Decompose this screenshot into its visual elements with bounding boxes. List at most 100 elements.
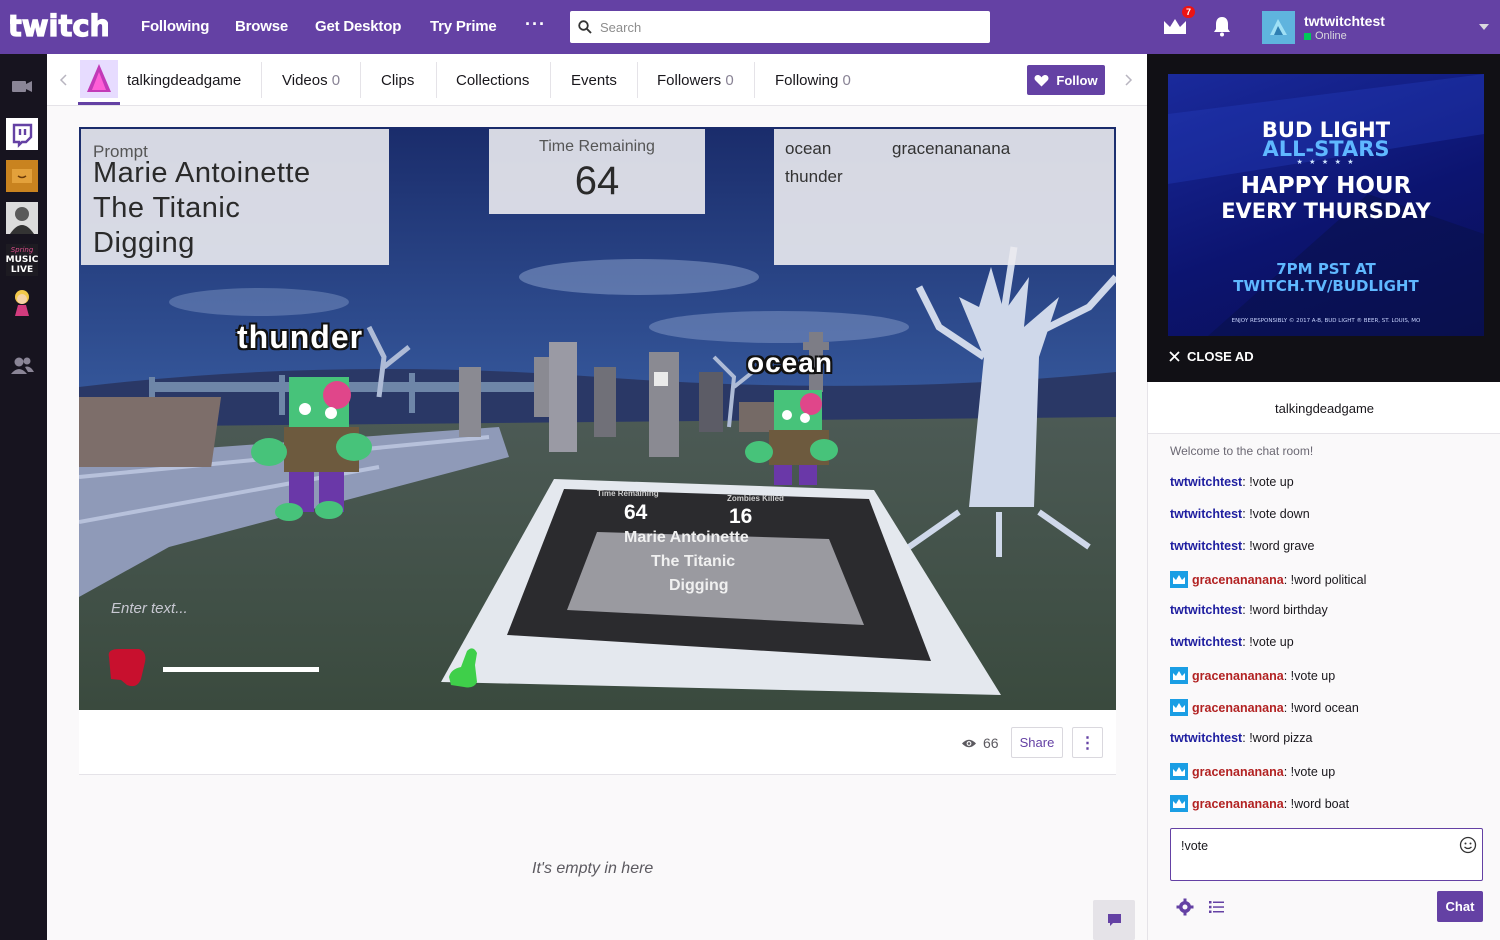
channel-avatar-orange[interactable]: [6, 160, 38, 192]
ad-banner[interactable]: BUD LIGHT ALL-STARS ★ ★ ★ ★ ★ HAPPY HOUR…: [1168, 74, 1484, 336]
tab-videos[interactable]: Videos 0: [282, 72, 340, 89]
channel-avatar-cartoon[interactable]: [6, 286, 38, 318]
tab-divider: [754, 62, 755, 98]
chat-username[interactable]: gracenananana: [1192, 701, 1284, 715]
chat-text: !word political: [1290, 572, 1367, 587]
tab-followers[interactable]: Followers 0: [657, 72, 734, 89]
chat-separator: :: [1242, 603, 1250, 617]
chat-text: !word boat: [1290, 796, 1350, 811]
prompt-line-2: The Titanic: [93, 192, 241, 224]
chat-username[interactable]: gracenananana: [1192, 765, 1284, 779]
crown-badge-icon: [1170, 667, 1188, 684]
eye-icon: [962, 739, 976, 747]
board-line-3: Digging: [669, 577, 729, 594]
chat-separator: :: [1242, 635, 1250, 649]
chat-message: twtwitchtest: !vote down: [1170, 507, 1310, 521]
chat-username[interactable]: twtwitchtest: [1170, 539, 1242, 553]
close-ad-label: CLOSE AD: [1187, 349, 1254, 364]
online-dot-icon: [1304, 32, 1311, 40]
notification-count-badge: 7: [1182, 6, 1196, 18]
scroll-left-icon[interactable]: [59, 74, 67, 86]
nav-following[interactable]: Following: [141, 18, 209, 35]
nav-more-menu[interactable]: ···: [525, 14, 546, 35]
close-ad-button[interactable]: CLOSE AD: [1169, 349, 1254, 364]
channel-avatar[interactable]: [80, 60, 118, 98]
crown-badge-icon: [1170, 571, 1188, 588]
crown-loot-icon[interactable]: [1162, 14, 1188, 38]
chat-text: !vote up: [1249, 635, 1294, 649]
chat-separator: :: [1283, 572, 1291, 587]
chat-input-value[interactable]: !vote: [1181, 839, 1208, 853]
nav-browse[interactable]: Browse: [235, 18, 288, 35]
chat-username[interactable]: gracenananana: [1192, 573, 1284, 587]
video-camera-icon[interactable]: [6, 70, 38, 102]
scroll-right-icon[interactable]: [1125, 74, 1133, 86]
channel-header: talkingdeadgame Videos 0 Clips Collectio…: [47, 54, 1147, 106]
chat-text: !vote up: [1290, 764, 1336, 779]
board-time-label: Time Remaining: [597, 489, 659, 498]
player-name: thunder: [785, 167, 843, 186]
viewer-count-value: 66: [983, 735, 999, 751]
board-kills-label: Zombies Killed: [727, 494, 784, 503]
left-rail: Spring MUSIC LIVE: [0, 54, 47, 940]
game-text-input[interactable]: Enter text...: [111, 600, 188, 617]
chat-username[interactable]: gracenananana: [1192, 669, 1284, 683]
tab-events[interactable]: Events: [571, 72, 617, 89]
chat-message: twtwitchtest: !vote up: [1170, 635, 1294, 649]
ad-stars: ★ ★ ★ ★ ★: [1296, 158, 1356, 166]
chat-text: !word grave: [1249, 539, 1315, 553]
open-chat-button[interactable]: [1093, 900, 1135, 940]
search-input[interactable]: [600, 19, 990, 35]
username-label[interactable]: twtwitchtest: [1304, 13, 1385, 29]
follow-button[interactable]: Follow: [1027, 65, 1105, 95]
chevron-down-icon[interactable]: [1478, 22, 1490, 32]
time-remaining-panel: Time Remaining 64: [489, 129, 705, 214]
prompt-line-1: Marie Antoinette: [93, 157, 311, 189]
emoji-icon[interactable]: [1459, 836, 1477, 854]
tab-collections[interactable]: Collections: [456, 72, 529, 89]
music-live-music: MUSIC: [6, 255, 38, 265]
more-options-button[interactable]: ⋮: [1072, 727, 1103, 758]
tab-divider: [436, 62, 437, 98]
twitch-glitch-icon[interactable]: [6, 118, 38, 150]
chat-separator: :: [1283, 668, 1291, 683]
viewer-list-icon[interactable]: [1209, 900, 1225, 914]
user-avatar[interactable]: [1262, 11, 1295, 44]
bell-icon[interactable]: [1212, 15, 1232, 37]
chat-username[interactable]: twtwitchtest: [1170, 731, 1242, 745]
chat-title: talkingdeadgame: [1274, 401, 1375, 416]
chat-separator: :: [1242, 507, 1250, 521]
chat-separator: :: [1283, 764, 1291, 779]
logo-text: twitch: [10, 9, 108, 43]
search-bar[interactable]: [570, 11, 990, 43]
chat-username[interactable]: twtwitchtest: [1170, 603, 1242, 617]
channel-name[interactable]: talkingdeadgame: [127, 72, 241, 89]
player-name: ocean: [785, 139, 832, 158]
crown-badge-icon: [1170, 795, 1188, 812]
chat-username[interactable]: twtwitchtest: [1170, 475, 1242, 489]
gear-icon[interactable]: [1176, 898, 1194, 916]
tab-following[interactable]: Following 0: [775, 72, 851, 89]
friends-icon[interactable]: [6, 350, 38, 382]
twitch-logo[interactable]: twitch: [10, 8, 108, 46]
ad-fine-print: ENJOY RESPONSIBLY © 2017 A-B, BUD LIGHT …: [1231, 318, 1421, 324]
chat-input[interactable]: !vote: [1170, 828, 1483, 881]
board-kills-value: 16: [729, 505, 753, 528]
nav-get-desktop[interactable]: Get Desktop: [315, 18, 401, 35]
board-line-2: The Titanic: [651, 553, 736, 570]
chat-username[interactable]: twtwitchtest: [1170, 507, 1242, 521]
close-icon: [1169, 351, 1180, 362]
chat-username[interactable]: twtwitchtest: [1170, 635, 1242, 649]
nav-try-prime[interactable]: Try Prime: [430, 18, 497, 35]
channel-avatar-person[interactable]: [6, 202, 38, 234]
share-button[interactable]: Share: [1011, 727, 1063, 758]
video-player[interactable]: Prompt Marie Antoinette The Titanic Digg…: [79, 127, 1116, 710]
chat-message: gracenananana: !vote up: [1170, 763, 1335, 780]
crown-badge-icon: [1170, 763, 1188, 780]
music-live-avatar[interactable]: Spring MUSIC LIVE: [6, 244, 38, 276]
player-name: gracenananana: [892, 139, 1011, 158]
chat-username[interactable]: gracenananana: [1192, 797, 1284, 811]
chat-send-button[interactable]: Chat: [1437, 891, 1483, 922]
online-status: Online: [1304, 30, 1347, 42]
tab-clips[interactable]: Clips: [381, 72, 414, 89]
